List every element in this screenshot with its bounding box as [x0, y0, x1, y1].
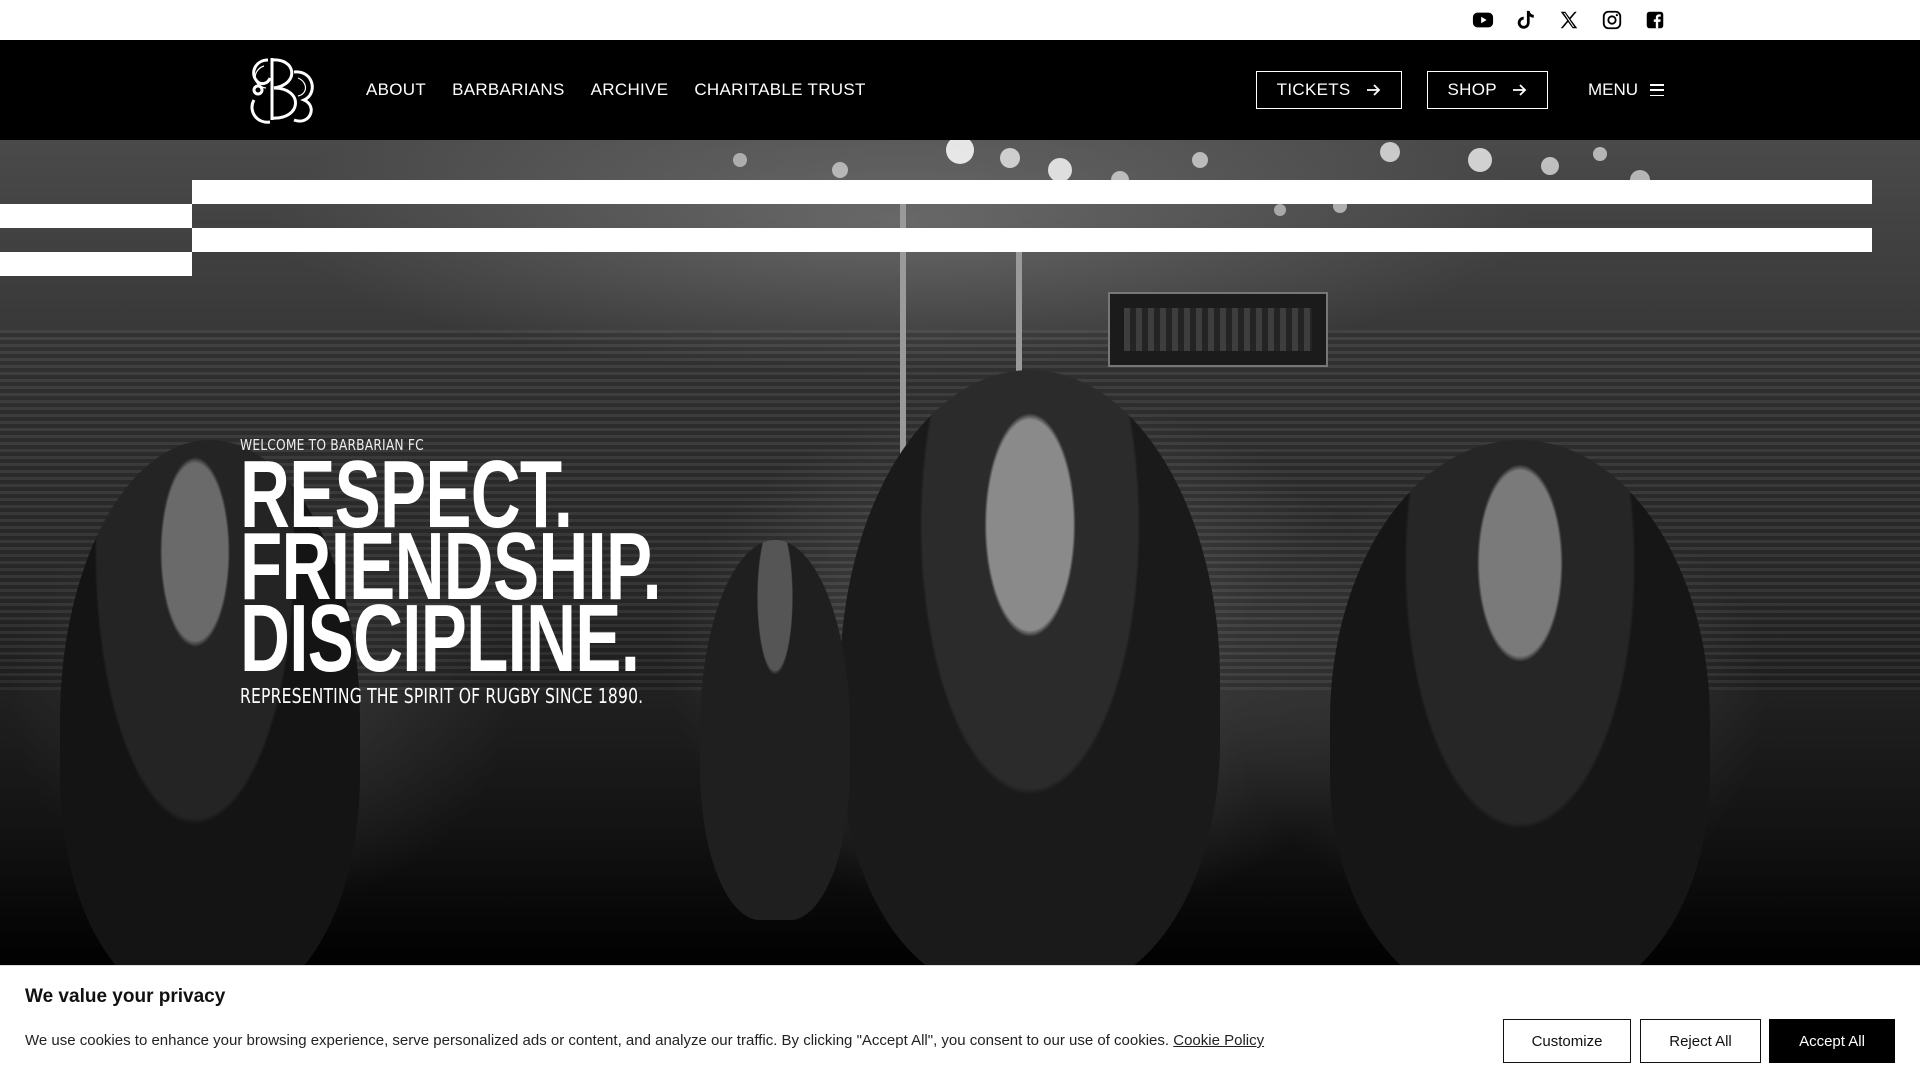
shop-button[interactable]: SHOP: [1426, 71, 1548, 109]
tiktok-icon[interactable]: [1514, 8, 1538, 32]
menu-button[interactable]: MENU: [1588, 80, 1664, 100]
nav-actions: TICKETS SHOP MENU: [1255, 40, 1920, 140]
hero-text: WELCOME TO BARBARIAN FC RESPECT. FRIENDS…: [240, 436, 1000, 708]
nav-archive[interactable]: ARCHIVE: [591, 80, 669, 100]
headline-line: DISCIPLINE.: [240, 585, 640, 692]
cookie-banner: We value your privacy We use cookies to …: [0, 965, 1920, 1080]
barbarians-logo[interactable]: [238, 50, 322, 130]
instagram-icon[interactable]: [1600, 8, 1624, 32]
hero-section: WELCOME TO BARBARIAN FC RESPECT. FRIENDS…: [0, 140, 1920, 970]
tickets-label: TICKETS: [1276, 80, 1351, 99]
stadium-scoreboard: [1108, 292, 1328, 367]
youtube-icon[interactable]: [1471, 8, 1495, 32]
arrow-right-icon: [1512, 84, 1527, 96]
customize-button[interactable]: Customize: [1503, 1019, 1631, 1063]
cookie-text: We use cookies to enhance your browsing …: [25, 1032, 1264, 1049]
tickets-button[interactable]: TICKETS: [1255, 71, 1402, 109]
reject-all-button[interactable]: Reject All: [1640, 1019, 1761, 1063]
nav-about[interactable]: ABOUT: [366, 80, 426, 100]
menu-label: MENU: [1587, 80, 1638, 99]
cookie-message: We use cookies to enhance your browsing …: [25, 1032, 1170, 1049]
stadium-lights: [733, 140, 1650, 216]
decor-stripe: [192, 180, 1872, 204]
cookie-policy-link[interactable]: Cookie Policy: [1173, 1032, 1264, 1049]
hamburger-icon: [1650, 84, 1664, 96]
social-bar: [0, 0, 1920, 40]
hero-headline: RESPECT. FRIENDSHIP. DISCIPLINE.: [240, 447, 960, 692]
accept-all-button[interactable]: Accept All: [1769, 1019, 1895, 1063]
decor-stripe: [192, 228, 1872, 252]
decor-stripe: [0, 252, 192, 276]
facebook-icon[interactable]: [1643, 8, 1667, 32]
shop-label: SHOP: [1447, 80, 1497, 99]
decor-stripe: [0, 204, 192, 228]
main-navbar: ABOUT BARBARIANS ARCHIVE CHARITABLE TRUS…: [0, 40, 1920, 140]
primary-nav: ABOUT BARBARIANS ARCHIVE CHARITABLE TRUS…: [366, 40, 866, 140]
cookie-title: We value your privacy: [25, 986, 226, 1007]
nav-barbarians[interactable]: BARBARIANS: [452, 80, 565, 100]
arrow-right-icon: [1366, 84, 1380, 96]
nav-charitable-trust[interactable]: CHARITABLE TRUST: [694, 80, 865, 100]
x-icon[interactable]: [1557, 8, 1581, 32]
player-right: [1330, 440, 1710, 970]
hero-tagline: REPRESENTING THE SPIRIT OF RUGBY SINCE 1…: [240, 684, 644, 708]
